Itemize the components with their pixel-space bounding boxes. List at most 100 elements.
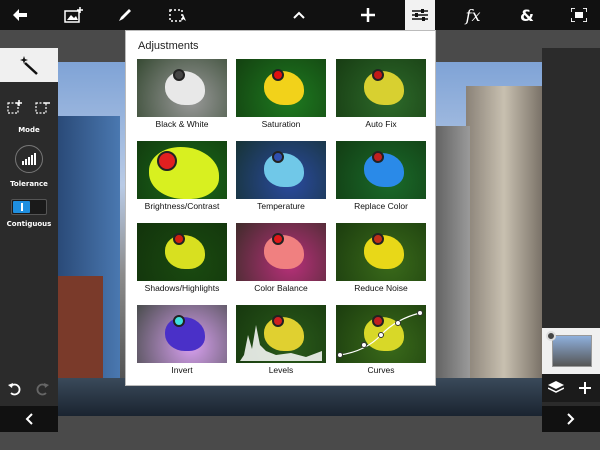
frog-shape (264, 235, 304, 269)
adjustment-label: Replace Color (354, 201, 408, 211)
adjustment-thumbnail (336, 305, 426, 363)
adjustment-thumbnail (336, 59, 426, 117)
adjustments-button[interactable] (405, 0, 435, 30)
tolerance-control[interactable] (15, 145, 43, 173)
adjustment-label: Invert (171, 365, 193, 375)
adjustment-shadows-highlights[interactable]: Shadows/Highlights (137, 223, 227, 299)
right-layers-panel (542, 48, 600, 432)
layers-button[interactable] (547, 379, 565, 397)
collapse-button[interactable] (281, 0, 317, 30)
adjustment-label: Temperature (257, 201, 305, 211)
left-tool-panel: Mode Tolerance Contiguous (0, 48, 58, 432)
layer-item[interactable] (542, 328, 600, 374)
adjustment-label: Shadows/Highlights (144, 283, 220, 293)
magic-wand-tool[interactable] (0, 48, 58, 82)
back-arrow-icon (13, 9, 27, 21)
adjustment-thumbnail (236, 223, 326, 281)
adjustment-levels[interactable]: Levels (236, 305, 326, 381)
frog-shape (364, 235, 404, 269)
top-toolbar: fx & (0, 0, 600, 30)
fullscreen-icon (571, 8, 587, 22)
adjustment-black-white[interactable]: Black & White (137, 59, 227, 135)
redo-button[interactable] (33, 380, 51, 398)
frog-eye (372, 69, 384, 81)
add-icon (361, 8, 375, 22)
frog-eye (157, 151, 177, 171)
frog-shape (165, 235, 205, 269)
layer-thumbnail (552, 335, 592, 367)
magic-wand-icon (20, 56, 38, 75)
frog-eye (272, 151, 284, 163)
adjustment-color-balance[interactable]: Color Balance (236, 223, 326, 299)
effects-fx-icon: fx (465, 5, 481, 25)
mode-add-button[interactable] (7, 100, 23, 114)
adjustment-label: Black & White (155, 119, 209, 129)
add-image-icon (64, 7, 83, 23)
adjustment-replace-color[interactable]: Replace Color (336, 141, 426, 217)
adjustment-label: Color Balance (254, 283, 308, 293)
selection-add-icon (7, 100, 22, 114)
adjustment-temperature[interactable]: Temperature (236, 141, 326, 217)
mode-subtract-button[interactable] (35, 100, 51, 114)
chevron-left-icon (25, 413, 33, 425)
app-window: fx & Mode Tolerance Contiguous Adjustmen… (0, 0, 600, 450)
adjustment-reduce-noise[interactable]: Reduce Noise (336, 223, 426, 299)
chevron-right-icon (567, 413, 575, 425)
effects-button[interactable]: fx (455, 0, 491, 30)
adjustment-thumbnail (236, 141, 326, 199)
redo-icon (36, 383, 49, 396)
frog-shape (364, 71, 404, 105)
undo-button[interactable] (6, 380, 24, 398)
left-panel-collapse-button[interactable] (0, 406, 58, 432)
adjustment-label: Reduce Noise (354, 283, 408, 293)
adjustment-thumbnail (137, 305, 227, 363)
brush-button[interactable] (107, 0, 143, 30)
toggle-knob (13, 201, 30, 213)
mode-label: Mode (18, 126, 40, 134)
layers-icon (548, 381, 564, 393)
frog-eye (173, 69, 185, 81)
adjustment-invert[interactable]: Invert (137, 305, 227, 381)
adjustment-thumbnail (236, 59, 326, 117)
adjustment-curves[interactable]: Curves (336, 305, 426, 381)
adjustment-auto-fix[interactable]: Auto Fix (336, 59, 426, 135)
undo-icon (8, 383, 21, 396)
frog-eye (372, 151, 384, 163)
adjustments-title: Adjustments (138, 40, 199, 52)
fullscreen-button[interactable] (561, 0, 597, 30)
adjustment-saturation[interactable]: Saturation (236, 59, 326, 135)
frog-shape (264, 71, 304, 105)
building-right (430, 126, 470, 416)
selection-subtract-icon (35, 102, 50, 114)
adjustment-label: Levels (268, 365, 294, 375)
undo-redo-row (0, 376, 58, 402)
adjustment-thumbnail (137, 141, 227, 199)
layer-visibility-dot[interactable] (546, 331, 556, 341)
frog-eye (372, 233, 384, 245)
add-image-button[interactable] (56, 0, 92, 30)
frog-eye (173, 233, 185, 245)
adjustment-thumbnail (236, 305, 326, 363)
frog-shape (264, 153, 304, 187)
blend-button[interactable]: & (509, 0, 545, 30)
frog-eye (272, 233, 284, 245)
add-button[interactable] (350, 0, 386, 30)
adjustment-thumbnail (137, 59, 227, 117)
curves-graph (337, 310, 423, 358)
back-button[interactable] (2, 0, 38, 30)
contiguous-toggle[interactable] (11, 199, 47, 215)
blend-ampersand-icon: & (520, 5, 534, 25)
adjustments-sliders-icon (412, 9, 428, 21)
selection-tool-button[interactable] (160, 0, 196, 30)
frog-eye (272, 69, 284, 81)
adjustment-label: Brightness/Contrast (144, 201, 220, 211)
adjustment-label: Curves (367, 365, 395, 375)
contiguous-label: Contiguous (6, 220, 52, 228)
add-layer-button[interactable] (576, 379, 594, 397)
selection-tool-icon (169, 9, 186, 22)
adjustments-popover: Adjustments Black & White Saturation Auto … (125, 30, 436, 386)
adjustment-brightness-contrast[interactable]: Brightness/Contrast (137, 141, 227, 217)
frog-shape (364, 153, 404, 187)
right-panel-collapse-button[interactable] (542, 406, 600, 432)
adjustment-thumbnail (137, 223, 227, 281)
